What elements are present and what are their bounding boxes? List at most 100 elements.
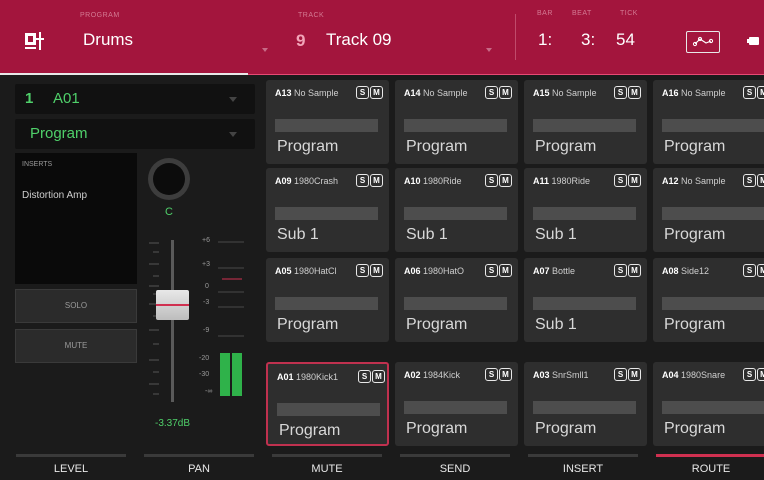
pad-level-bar [275,207,378,220]
pad-mute-button[interactable]: M [499,264,512,277]
pad-name: A15 No Sample [533,88,615,98]
pad-a01[interactable]: A01 1980Kick1 S M Program [266,362,389,446]
tab-send[interactable]: SEND [392,458,518,479]
pad-mute-button[interactable]: M [372,370,385,383]
pad-a06[interactable]: A06 1980HatO S M Program [395,258,518,342]
pad-sample-name: No Sample [294,88,339,98]
pad-select-number: 1 [25,90,34,107]
pad-mute-button[interactable]: M [757,264,764,277]
tab-route[interactable]: ROUTE [648,458,764,479]
pad-solo-button[interactable]: S [614,86,627,99]
pad-a14[interactable]: A14 No Sample S M Program [395,80,518,164]
pad-sample-name: No Sample [552,88,597,98]
pad-name: A02 1984Kick [404,370,486,380]
pad-id: A08 [662,266,679,276]
pad-mute-button[interactable]: M [628,86,641,99]
pad-solo-button[interactable]: S [743,264,756,277]
pad-solo-button[interactable]: S [356,174,369,187]
pad-solo-button[interactable]: S [614,174,627,187]
pad-mute-button[interactable]: M [628,368,641,381]
pad-level-bar [662,401,764,414]
chevron-down-icon [229,97,237,102]
pad-solo-button[interactable]: S [356,264,369,277]
pad-a05[interactable]: A05 1980HatCl S M Program [266,258,389,342]
pan-knob[interactable] [147,157,191,201]
pad-level-bar [662,119,764,132]
header-underline [0,73,248,75]
pad-solo-button[interactable]: S [485,174,498,187]
pad-output-type: Program [664,226,726,243]
pad-a11[interactable]: A11 1980Ride S M Sub 1 [524,168,647,252]
pad-solo-button[interactable]: S [614,264,627,277]
track-number: 9 [296,31,306,50]
mode-select-dropdown[interactable]: Program [15,119,255,149]
pad-sample-name: 1984Kick [423,370,461,380]
battery-icon-tip [747,39,749,43]
pad-solo-button[interactable]: S [485,368,498,381]
battery-icon [749,37,759,45]
tab-mute[interactable]: MUTE [264,458,390,479]
program-edit-icon[interactable] [24,30,46,52]
bar-value[interactable]: 1: [538,30,552,50]
pad-solo-button[interactable]: S [743,174,756,187]
track-name[interactable]: Track 09 [326,30,392,50]
pad-solo-button[interactable]: S [485,86,498,99]
insert-slot-1[interactable]: Distortion Amp [22,190,87,201]
fader-handle[interactable] [156,290,189,320]
pad-level-bar [275,119,378,132]
tab-insert[interactable]: INSERT [520,458,646,479]
pad-a04[interactable]: A04 1980Snare S M Program [653,362,764,446]
pad-a09[interactable]: A09 1980Crash S M Sub 1 [266,168,389,252]
automation-button[interactable] [686,31,720,53]
pad-level-bar [662,297,764,310]
pad-id: A07 [533,266,550,276]
pad-a16[interactable]: A16 No Sample S M Program [653,80,764,164]
scale-label: +6 [202,237,210,244]
program-name[interactable]: Drums [83,30,133,50]
pad-mute-button[interactable]: M [499,368,512,381]
pad-id: A15 [533,88,550,98]
pad-mute-button[interactable]: M [757,86,764,99]
pad-a02[interactable]: A02 1984Kick S M Program [395,362,518,446]
pad-solo-button[interactable]: S [485,264,498,277]
pad-mute-button[interactable]: M [499,86,512,99]
pad-mute-button[interactable]: M [628,264,641,277]
pad-a03[interactable]: A03 SnrSmll1 S M Program [524,362,647,446]
pad-name: A04 1980Snare [662,370,744,380]
pad-name: A14 No Sample [404,88,486,98]
pad-a13[interactable]: A13 No Sample S M Program [266,80,389,164]
pad-solo-button[interactable]: S [743,86,756,99]
pad-a07[interactable]: A07 Bottle S M Sub 1 [524,258,647,342]
pad-solo-button[interactable]: S [356,86,369,99]
pad-solo-button[interactable]: S [358,370,371,383]
pad-a08[interactable]: A08 Side12 S M Program [653,258,764,342]
pad-id: A06 [404,266,421,276]
pad-mute-button[interactable]: M [628,174,641,187]
pad-sample-name: 1980Ride [423,176,462,186]
fader-track[interactable] [171,240,174,402]
pad-mute-button[interactable]: M [370,86,383,99]
pad-mute-button[interactable]: M [757,368,764,381]
solo-button[interactable]: SOLO [15,289,137,323]
header-bar: PROGRAM Drums TRACK 9 Track 09 BAR BEAT … [0,0,764,74]
tick-value[interactable]: 54 [616,30,635,50]
beat-value[interactable]: 3: [581,30,595,50]
pad-a15[interactable]: A15 No Sample S M Program [524,80,647,164]
inserts-panel[interactable]: INSERTS Distortion Amp [15,153,137,284]
pad-mute-button[interactable]: M [370,174,383,187]
pad-sample-name: 1980Snare [681,370,726,380]
program-dropdown-icon[interactable] [262,48,268,52]
pad-solo-button[interactable]: S [614,368,627,381]
scale-label: +3 [202,261,210,268]
pad-mute-button[interactable]: M [757,174,764,187]
tab-pan[interactable]: PAN [136,458,262,479]
track-dropdown-icon[interactable] [486,48,492,52]
tab-level[interactable]: LEVEL [8,458,134,479]
pad-a10[interactable]: A10 1980Ride S M Sub 1 [395,168,518,252]
mute-button[interactable]: MUTE [15,329,137,363]
pad-mute-button[interactable]: M [370,264,383,277]
pad-solo-button[interactable]: S [743,368,756,381]
pad-mute-button[interactable]: M [499,174,512,187]
pad-a12[interactable]: A12 No Sample S M Program [653,168,764,252]
pad-select-dropdown[interactable]: 1 A01 [15,84,255,114]
